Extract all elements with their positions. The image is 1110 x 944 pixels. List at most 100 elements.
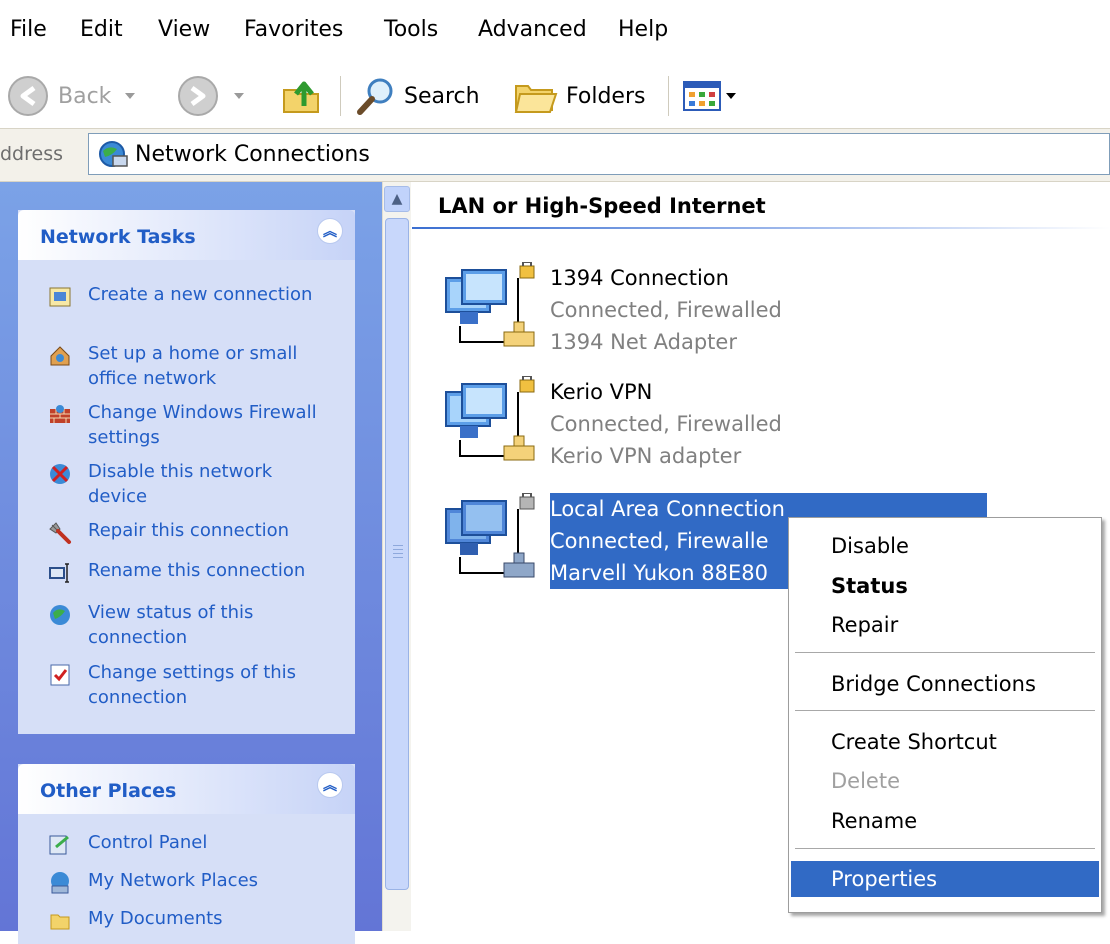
- connection-name: Kerio VPN: [550, 380, 653, 404]
- place-my-network-places[interactable]: My Network Places: [18, 868, 355, 895]
- network-connection-icon: [445, 262, 535, 347]
- network-connection-icon: [445, 493, 535, 578]
- views-grid-icon: [683, 81, 721, 111]
- network-tasks-title: Network Tasks: [40, 226, 196, 248]
- address-label: ddress: [0, 143, 64, 165]
- group-heading: LAN or High-Speed Internet: [438, 194, 766, 218]
- grip-line: [393, 545, 403, 546]
- task-view-status[interactable]: View status of this connection: [18, 600, 355, 650]
- task-change-settings[interactable]: Change settings of this connection: [18, 660, 355, 710]
- menu-edit[interactable]: Edit: [80, 16, 123, 44]
- disable-device-icon: [50, 464, 70, 484]
- network-connection-icon: [445, 376, 535, 461]
- back-button[interactable]: Back: [6, 74, 136, 118]
- connection-status: Connected, Firewalled: [550, 412, 782, 436]
- toolbar: Back Search Folders: [0, 62, 1110, 128]
- connection-device: Kerio VPN adapter: [550, 444, 742, 468]
- network-connections-icon: [99, 141, 128, 167]
- new-connection-icon: [49, 287, 71, 307]
- group-divider: [412, 227, 1110, 229]
- connection-name: 1394 Connection: [550, 266, 729, 290]
- back-label: Back: [58, 83, 112, 109]
- task-disable-device[interactable]: Disable this network device: [18, 459, 355, 509]
- folders-label: Folders: [566, 83, 646, 109]
- search-label: Search: [404, 83, 480, 109]
- task-rename-connection[interactable]: Rename this connection: [18, 558, 355, 585]
- other-places-panel: Other Places ︽ Control Panel My Network …: [18, 764, 355, 944]
- place-my-documents[interactable]: My Documents: [18, 906, 355, 933]
- other-places-header[interactable]: Other Places ︽: [18, 764, 355, 814]
- menu-separator: [795, 848, 1095, 849]
- collapse-chevron-icon[interactable]: ︽: [317, 218, 343, 244]
- menu-item-disable[interactable]: Disable: [791, 528, 1099, 564]
- grip-line: [393, 553, 403, 554]
- connection-1394[interactable]: 1394 Connection Connected, Firewalled 13…: [440, 262, 1000, 362]
- toolbar-separator: [340, 76, 344, 116]
- search-button[interactable]: Search: [354, 74, 480, 118]
- place-label: My Network Places: [88, 870, 259, 891]
- connection-text: 1394 Connection Connected, Firewalled 13…: [550, 262, 782, 358]
- connection-kerio-vpn[interactable]: Kerio VPN Connected, Firewalled Kerio VP…: [440, 376, 1000, 476]
- task-label: Disable this network device: [88, 461, 273, 507]
- place-label: My Documents: [88, 908, 223, 929]
- task-home-network[interactable]: Set up a home or small office network: [18, 341, 355, 391]
- settings-icon: [50, 664, 70, 686]
- menu-view[interactable]: View: [158, 16, 210, 44]
- task-label: Repair this connection: [88, 520, 290, 541]
- up-button[interactable]: [280, 74, 322, 118]
- place-control-panel[interactable]: Control Panel: [18, 830, 355, 857]
- toolbar-separator: [668, 76, 672, 116]
- menu-favorites[interactable]: Favorites: [244, 16, 343, 44]
- menu-advanced[interactable]: Advanced: [478, 16, 587, 44]
- address-value: Network Connections: [135, 141, 370, 167]
- menu-item-create-shortcut[interactable]: Create Shortcut: [791, 724, 1099, 760]
- menu-item-status[interactable]: Status: [791, 568, 1099, 604]
- status-icon: [50, 605, 70, 625]
- menu-tools[interactable]: Tools: [384, 16, 438, 44]
- back-arrow-icon: [8, 76, 48, 116]
- folders-icon: [514, 85, 558, 113]
- network-tasks-panel: Network Tasks ︽ Create a new connection …: [18, 210, 355, 734]
- views-button[interactable]: [682, 74, 736, 118]
- task-create-connection[interactable]: Create a new connection: [18, 282, 355, 309]
- task-repair-connection[interactable]: Repair this connection: [18, 518, 355, 545]
- address-field[interactable]: Network Connections: [88, 133, 1110, 175]
- connection-status: Connected, Firewalled: [550, 298, 782, 322]
- control-panel-icon: [49, 835, 69, 855]
- task-label: Change Windows Firewall settings: [88, 402, 317, 448]
- forward-arrow-icon: [178, 76, 218, 116]
- scroll-thumb[interactable]: [385, 218, 409, 890]
- home-network-icon: [50, 346, 70, 366]
- other-places-title: Other Places: [40, 780, 177, 802]
- menu-file[interactable]: File: [10, 16, 47, 44]
- menu-help[interactable]: Help: [618, 16, 668, 44]
- task-label: Create a new connection: [88, 284, 313, 305]
- connection-text: Kerio VPN Connected, Firewalled Kerio VP…: [550, 376, 782, 472]
- forward-dropdown-icon[interactable]: [234, 93, 244, 99]
- place-label: Control Panel: [88, 832, 208, 853]
- grip-line: [393, 557, 403, 558]
- address-bar: ddress Network Connections: [0, 128, 1110, 182]
- collapse-chevron-icon[interactable]: ︽: [317, 772, 343, 798]
- menu-item-repair[interactable]: Repair: [791, 607, 1099, 643]
- menu-separator: [795, 652, 1095, 653]
- forward-button[interactable]: [176, 74, 244, 118]
- menu-bar: File Edit View Favorites Tools Advanced …: [0, 0, 1110, 63]
- task-pane-scrollbar[interactable]: ▲: [382, 182, 411, 931]
- menu-item-bridge-connections[interactable]: Bridge Connections: [791, 666, 1099, 702]
- search-icon: [357, 78, 393, 115]
- folders-button[interactable]: Folders: [512, 74, 645, 118]
- scroll-up-arrow-icon[interactable]: ▲: [384, 186, 410, 212]
- views-dropdown-icon[interactable]: [726, 93, 736, 99]
- documents-icon: [50, 914, 70, 930]
- rename-icon: [49, 563, 69, 583]
- menu-separator: [795, 710, 1095, 711]
- network-tasks-header[interactable]: Network Tasks ︽: [18, 210, 355, 260]
- menu-item-rename[interactable]: Rename: [791, 803, 1099, 839]
- task-label: View status of this connection: [88, 602, 254, 648]
- firewall-icon: [50, 405, 70, 423]
- task-firewall-settings[interactable]: Change Windows Firewall settings: [18, 400, 355, 450]
- task-label: Set up a home or small office network: [88, 343, 298, 389]
- menu-item-properties[interactable]: Properties: [791, 861, 1099, 897]
- back-dropdown-icon[interactable]: [125, 93, 136, 99]
